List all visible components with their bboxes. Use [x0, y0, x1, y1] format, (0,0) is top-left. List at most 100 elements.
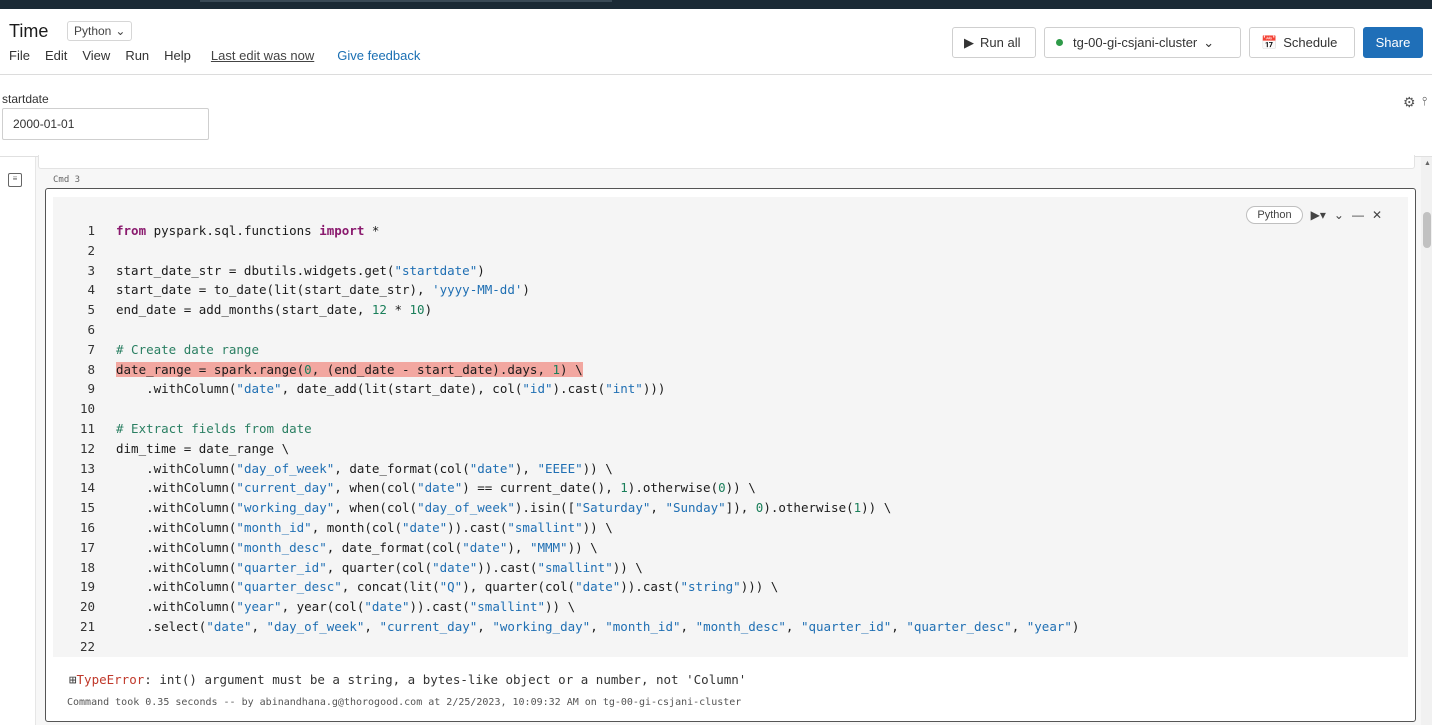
code-line[interactable]: 19 .withColumn("quarter_desc", concat(li… — [63, 577, 1079, 597]
code-line[interactable]: 9 .withColumn("date", date_add(lit(start… — [63, 379, 1079, 399]
chevron-down-icon[interactable]: ⌄ — [1334, 208, 1344, 222]
code-text: .withColumn("month_desc", date_format(co… — [116, 539, 598, 555]
line-number: 9 — [87, 381, 95, 397]
scrollbar-thumb[interactable] — [1423, 212, 1431, 248]
code-cell[interactable]: Python ▶▾ ⌄ — ✕ 1 from pyspark.sql.functi… — [45, 188, 1416, 722]
code-line[interactable]: 5 end_date = add_months(start_date, 12 * … — [63, 300, 1079, 320]
line-number: 14 — [79, 480, 95, 496]
cmd-label: Cmd 3 — [53, 175, 81, 185]
menu-bar: File Edit View Run Help Last edit was no… — [9, 48, 435, 63]
line-number: 22 — [79, 638, 95, 654]
code-line[interactable]: 18 .withColumn("quarter_id", quarter(col… — [63, 558, 1079, 578]
code-text: .select("date", "day_of_week", "current_… — [116, 618, 1080, 634]
menu-edit[interactable]: Edit — [45, 48, 67, 63]
widget-label: startdate — [2, 92, 49, 106]
code-line[interactable]: 1 from pyspark.sql.functions import * — [63, 221, 1079, 241]
code-text: .withColumn("day_of_week", date_format(c… — [116, 460, 613, 476]
line-number: 2 — [87, 242, 95, 258]
code-line[interactable]: 16 .withColumn("month_id", month(col("da… — [63, 518, 1079, 538]
top-search-bar[interactable] — [200, 0, 612, 2]
cluster-name: tg-00-gi-csjani-cluster — [1073, 35, 1198, 50]
code-text: .withColumn("quarter_desc", concat(lit("… — [116, 579, 779, 595]
calendar-icon: 📅 — [1261, 34, 1278, 50]
pin-icon[interactable]: ⫯ — [1422, 94, 1427, 109]
language-label: Python — [74, 24, 112, 38]
line-number: 7 — [87, 341, 95, 357]
code-line[interactable]: 21 .select("date", "day_of_week", "curre… — [63, 617, 1080, 637]
line-number: 6 — [87, 321, 95, 337]
startdate-input[interactable] — [2, 108, 209, 140]
run-cell-icon[interactable]: ▶▾ — [1311, 208, 1326, 222]
menu-help[interactable]: Help — [164, 48, 191, 63]
code-text: # Extract fields from date — [116, 420, 312, 436]
line-number: 18 — [79, 559, 95, 575]
give-feedback-link[interactable]: Give feedback — [337, 48, 420, 63]
error-output: ⊞TypeError: int() argument must be a str… — [69, 672, 746, 687]
code-line[interactable]: 20 .withColumn("year", year(col("date"))… — [63, 597, 1079, 617]
code-text: .withColumn("year", year(col("date")).ca… — [116, 599, 576, 615]
cell-toolbar: Python ▶▾ ⌄ — ✕ — [1246, 206, 1382, 224]
line-number: 4 — [87, 282, 95, 298]
last-edit-link[interactable]: Last edit was now — [211, 48, 314, 63]
code-line[interactable]: 13 .withColumn("day_of_week", date_forma… — [63, 459, 1079, 479]
code-line[interactable]: 22 — [63, 637, 1079, 657]
share-button[interactable]: Share — [1363, 27, 1423, 58]
minimize-icon[interactable]: — — [1352, 208, 1364, 222]
notebook-header: Time Python ⌄ File Edit View Run Help La… — [0, 9, 1432, 75]
code-text: dim_time = date_range \ — [116, 440, 290, 456]
code-line[interactable]: 14 .withColumn("current_day", when(col("… — [63, 478, 1079, 498]
schedule-button[interactable]: 📅 Schedule — [1249, 27, 1355, 58]
code-text: start_date = to_date(lit(start_date_str)… — [116, 282, 530, 298]
line-number: 12 — [79, 440, 95, 456]
cluster-status-icon — [1056, 39, 1063, 46]
code-line[interactable]: 10 — [63, 399, 1079, 419]
command-info: Command took 0.35 seconds -- by abinandh… — [67, 697, 742, 708]
code-line[interactable]: 8 date_range = spark.range(0, (end_date -… — [63, 360, 1079, 380]
cluster-selector[interactable]: tg-00-gi-csjani-cluster ⌄ — [1044, 27, 1241, 58]
code-line[interactable]: 15 .withColumn("working_day", when(col("… — [63, 498, 1079, 518]
notebook-title[interactable]: Time — [9, 21, 48, 42]
menu-run[interactable]: Run — [125, 48, 149, 63]
code-line[interactable]: 12 dim_time = date_range \ — [63, 439, 1079, 459]
menu-file[interactable]: File — [9, 48, 30, 63]
line-number: 17 — [79, 539, 95, 555]
code-text: from pyspark.sql.functions import * — [116, 223, 380, 238]
notebook-canvas: ≡ Cmd 3 Python ▶▾ ⌄ — ✕ 1 from pyspark.sq… — [0, 155, 1432, 725]
code-line[interactable]: 3 start_date_str = dbutils.widgets.get("s… — [63, 261, 1079, 281]
line-number: 3 — [87, 262, 95, 278]
code-text: .withColumn("month_id", month(col("date"… — [116, 519, 613, 535]
code-line[interactable]: 17 .withColumn("month_desc", date_format… — [63, 538, 1079, 558]
code-editor[interactable]: Python ▶▾ ⌄ — ✕ 1 from pyspark.sql.functi… — [53, 197, 1408, 657]
language-dropdown[interactable]: Python ⌄ — [67, 21, 133, 41]
expand-icon[interactable]: ⊞ — [69, 672, 77, 687]
code-line[interactable]: 6 — [63, 320, 1079, 340]
code-text: .withColumn("working_day", when(col("day… — [116, 500, 892, 516]
error-message: : int() argument must be a string, a byt… — [144, 672, 747, 687]
line-number: 20 — [79, 599, 95, 615]
line-number: 16 — [79, 519, 95, 535]
code-line[interactable]: 7 # Create date range — [63, 340, 1079, 360]
scroll-up-icon[interactable]: ▲ — [1424, 160, 1431, 167]
play-icon: ▶ — [964, 34, 974, 50]
code-text: .withColumn("date", date_add(lit(start_d… — [116, 381, 666, 397]
code-line[interactable]: 11 # Extract fields from date — [63, 419, 1079, 439]
top-app-bar — [0, 0, 1432, 9]
close-icon[interactable]: ✕ — [1372, 208, 1382, 222]
code-text: .withColumn("quarter_id", quarter(col("d… — [116, 559, 643, 575]
gear-icon[interactable]: ⚙ — [1403, 94, 1416, 111]
line-number: 19 — [79, 579, 95, 595]
run-all-button[interactable]: ▶ Run all — [952, 27, 1036, 58]
code-line[interactable]: 4 start_date = to_date(lit(start_date_str… — [63, 280, 1079, 300]
line-number: 13 — [79, 460, 95, 476]
schedule-label: Schedule — [1283, 35, 1338, 50]
cell-language-pill[interactable]: Python — [1246, 206, 1303, 224]
table-of-contents-icon[interactable]: ≡ — [8, 173, 22, 187]
menu-view[interactable]: View — [82, 48, 110, 63]
code-line[interactable]: 2 — [63, 241, 1079, 261]
chevron-down-icon: ⌄ — [1203, 34, 1215, 50]
run-all-label: Run all — [980, 35, 1021, 50]
line-number: 11 — [79, 420, 95, 436]
error-type: TypeError — [76, 672, 145, 687]
